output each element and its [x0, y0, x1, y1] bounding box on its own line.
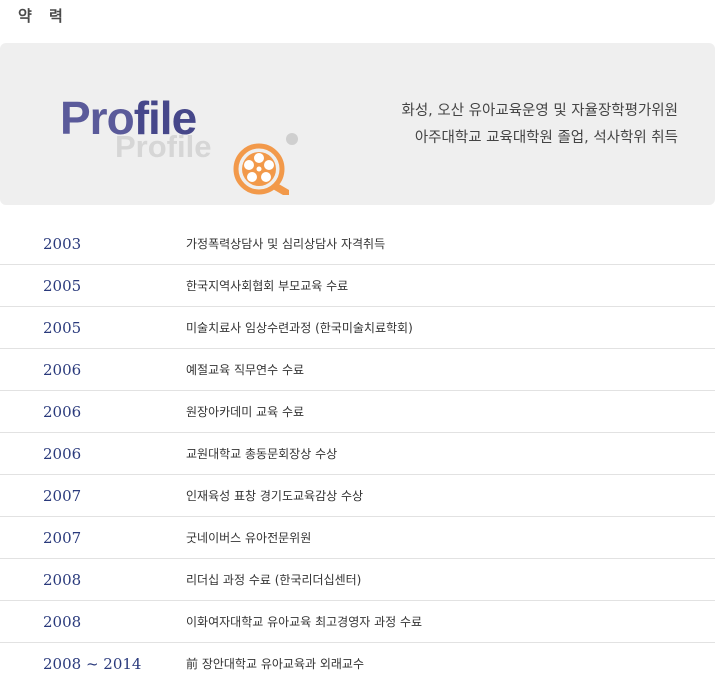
timeline-row: 2007 굿네이버스 유아전문위원	[0, 517, 715, 559]
timeline-year: 2003	[43, 235, 82, 253]
timeline-year: 2005	[43, 277, 82, 295]
timeline-row: 2006 원장아카데미 교육 수료	[0, 391, 715, 433]
timeline-year: 2006	[43, 445, 82, 463]
timeline-year: 2008	[43, 613, 82, 631]
timeline-row: 2007 인재육성 표창 경기도교육감상 수상	[0, 475, 715, 517]
timeline-row: 2008 이화여자대학교 유아교육 최고경영자 과정 수료	[0, 601, 715, 643]
timeline-row: 2008 리더십 과정 수료 (한국리더십센터)	[0, 559, 715, 601]
timeline-desc: 예절교육 직무연수 수료	[186, 363, 305, 377]
timeline-desc: 교원대학교 총동문회장상 수상	[186, 447, 338, 461]
timeline-desc: 가정폭력상담사 및 심리상담사 자격취득	[186, 237, 386, 251]
timeline-desc: 굿네이버스 유아전문위원	[186, 531, 312, 545]
timeline-year: 2006	[43, 403, 82, 421]
timeline-desc: 인재육성 표창 경기도교육감상 수상	[186, 489, 364, 503]
career-timeline: 2003 가정폭력상담사 및 심리상담사 자격취득 2005 한국지역사회협회 부모…	[0, 223, 715, 684]
profile-summary: 화성, 오산 유아교육운영 및 자율장학평가위원 아주대학교 교육대학원 졸업,…	[401, 98, 678, 152]
timeline-row: 2008 ~ 2014 前 장안대학교 유아교육과 외래교수	[0, 643, 715, 684]
timeline-desc: 한국지역사회협회 부모교육 수료	[186, 279, 349, 293]
profile-heading-prefix: Pro	[60, 92, 135, 144]
profile-banner: Profile Profile 화성, 오산 유아교육운영 및 자율장학평가위원…	[0, 43, 715, 205]
timeline-desc: 이화여자대학교 유아교육 최고경영자 과정 수료	[186, 615, 423, 629]
timeline-row: 2005 한국지역사회협회 부모교육 수료	[0, 265, 715, 307]
profile-heading-suffix: file	[133, 92, 197, 144]
timeline-year: 2008 ~ 2014	[43, 655, 142, 673]
timeline-row: 2006 교원대학교 총동문회장상 수상	[0, 433, 715, 475]
timeline-row: 2006 예절교육 직무연수 수료	[0, 349, 715, 391]
film-reel-magnifier-icon	[233, 143, 289, 195]
timeline-year: 2007	[43, 529, 82, 547]
timeline-desc: 미술치료사 임상수련과정 (한국미술치료학회)	[186, 321, 413, 335]
timeline-desc: 리더십 과정 수료 (한국리더십센터)	[186, 573, 362, 587]
summary-line: 화성, 오산 유아교육운영 및 자율장학평가위원	[401, 103, 678, 119]
timeline-year: 2005	[43, 319, 82, 337]
timeline-year: 2008	[43, 571, 82, 589]
timeline-row: 2005 미술치료사 임상수련과정 (한국미술치료학회)	[0, 307, 715, 349]
profile-heading: Profile	[60, 91, 197, 145]
summary-line: 아주대학교 교육대학원 졸업, 석사학위 취득	[414, 130, 678, 146]
timeline-row: 2003 가정폭력상담사 및 심리상담사 자격취득	[0, 223, 715, 265]
timeline-year: 2006	[43, 361, 82, 379]
timeline-desc: 前 장안대학교 유아교육과 외래교수	[186, 657, 365, 671]
timeline-year: 2007	[43, 487, 82, 505]
timeline-desc: 원장아카데미 교육 수료	[186, 405, 305, 419]
section-title: 약 력	[18, 7, 69, 25]
